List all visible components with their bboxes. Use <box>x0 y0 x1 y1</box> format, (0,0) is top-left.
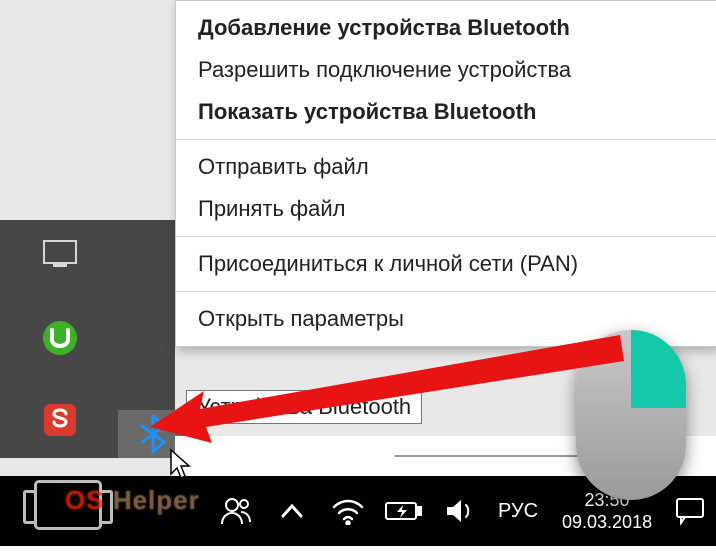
menu-allow-connect[interactable]: Разрешить подключение устройства <box>176 49 716 91</box>
action-center-icon[interactable] <box>666 476 714 546</box>
clock-date: 09.03.2018 <box>562 511 652 534</box>
menu-add-device[interactable]: Добавление устройства Bluetooth <box>176 7 716 49</box>
tray-overflow-button[interactable] <box>264 476 320 546</box>
zoom-slider[interactable] <box>395 455 595 457</box>
utorrent-icon[interactable] <box>40 318 80 358</box>
menu-separator <box>176 139 716 140</box>
bluetooth-icon <box>140 415 166 453</box>
mouse-illustration <box>576 330 686 500</box>
volume-icon[interactable] <box>432 476 488 546</box>
people-button[interactable] <box>208 476 264 546</box>
watermark: OS Helper <box>65 485 200 516</box>
battery-icon[interactable] <box>376 476 432 546</box>
desktop-peek-icon[interactable] <box>40 234 80 274</box>
menu-separator <box>176 291 716 292</box>
menu-send-file[interactable]: Отправить файл <box>176 146 716 188</box>
menu-show-devices[interactable]: Показать устройства Bluetooth <box>176 91 716 133</box>
menu-join-pan[interactable]: Присоединиться к личной сети (PAN) <box>176 243 716 285</box>
menu-receive-file[interactable]: Принять файл <box>176 188 716 230</box>
bluetooth-tooltip: Устройства Bluetooth <box>186 390 422 424</box>
cursor-icon <box>169 448 193 480</box>
menu-separator <box>176 236 716 237</box>
wifi-icon[interactable] <box>320 476 376 546</box>
language-indicator[interactable]: РУС <box>488 476 548 546</box>
snagit-icon[interactable] <box>40 400 80 440</box>
bluetooth-context-menu: Добавление устройства Bluetooth Разрешит… <box>175 0 716 347</box>
